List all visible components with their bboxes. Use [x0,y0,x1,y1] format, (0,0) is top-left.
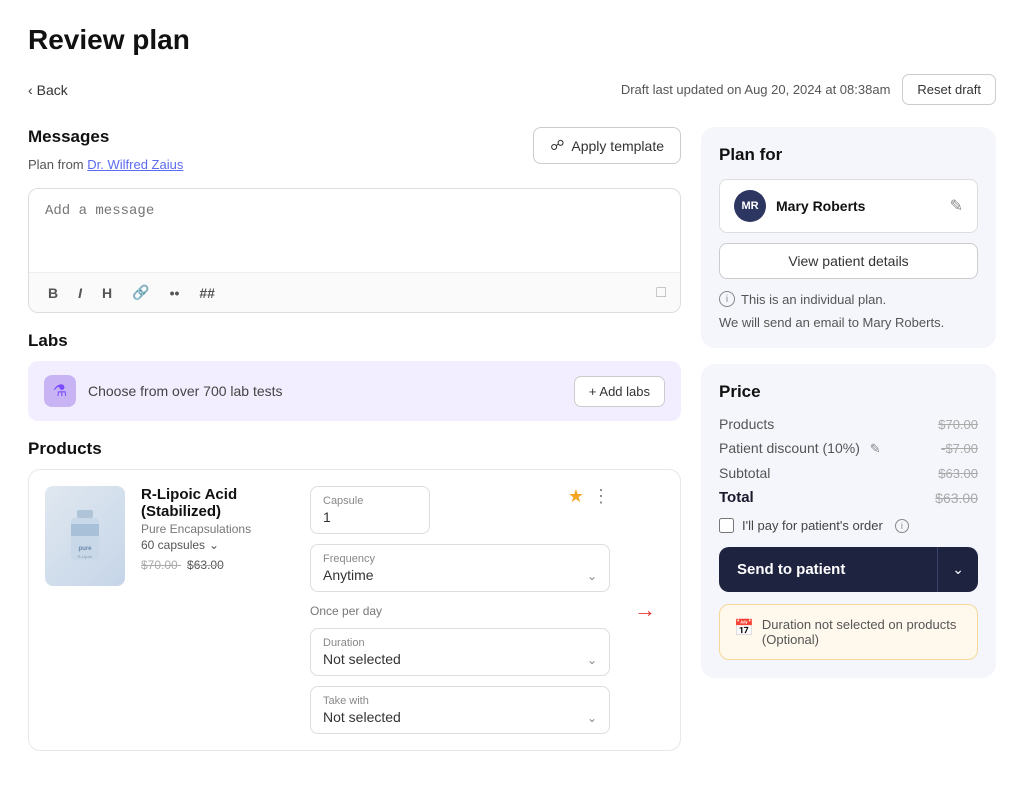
duration-dropdown-arrow: ⌄ [587,653,597,667]
left-column: Messages Plan from Dr. Wilfred Zaius ☍ A… [28,127,681,769]
product-discounted-price: $63.00 [187,558,224,572]
back-link[interactable]: ‹ Back [28,82,68,98]
products-section: Products pure R-Lipoic [28,439,681,751]
draft-timestamp: Draft last updated on Aug 20, 2024 at 08… [621,82,891,97]
more-options-icon[interactable]: ⋮ [592,486,610,507]
pay-for-patient-checkbox[interactable] [719,518,734,533]
labs-box: ⚗ Choose from over 700 lab tests + Add l… [28,361,681,421]
patient-name: Mary Roberts [776,198,950,214]
edit-patient-icon[interactable]: ✎ [950,196,963,216]
products-title: Products [28,439,681,459]
heading-button[interactable]: H [97,282,117,304]
bullet-list-button[interactable]: •• [165,282,185,304]
right-column: Plan for MR Mary Roberts ✎ View patient … [701,127,996,769]
back-label: Back [37,82,68,98]
price-total-row: Total $63.00 [719,489,978,506]
star-icon[interactable]: ★ [568,486,584,507]
labs-title: Labs [28,331,681,351]
svg-text:pure: pure [78,546,92,552]
price-row-subtotal: Subtotal $63.00 [719,465,978,481]
draft-info: Draft last updated on Aug 20, 2024 at 08… [621,74,996,105]
pay-info-icon[interactable]: i [895,519,909,533]
frequency-dropdown[interactable]: Frequency Anytime ⌄ [310,544,610,592]
main-layout: Messages Plan from Dr. Wilfred Zaius ☍ A… [28,127,996,769]
take-with-dropdown[interactable]: Take with Not selected ⌄ [310,686,610,734]
message-box: B I H 🔗 •• ## □ [28,188,681,313]
chevron-left-icon: ‹ [28,82,33,98]
plan-for-card: Plan for MR Mary Roberts ✎ View patient … [701,127,996,348]
reset-draft-button[interactable]: Reset draft [902,74,996,105]
frequency-dropdown-arrow: ⌄ [587,569,597,583]
italic-button[interactable]: I [73,282,87,304]
product-image: pure R-Lipoic [45,486,125,586]
product-name: R-Lipoic Acid (Stabilized) [141,486,286,520]
frequency-note: Once per day [310,604,610,618]
capsule-field[interactable]: Capsule 1 [310,486,430,534]
template-icon: ☍ [550,137,564,154]
message-toolbar: B I H 🔗 •• ## □ [29,272,680,312]
price-row-products: Products $70.00 [719,416,978,432]
messages-title: Messages [28,127,183,147]
duration-dropdown[interactable]: Duration Not selected ⌄ [310,628,610,676]
chat-icon: □ [656,284,666,302]
calendar-icon: 📅 [734,618,754,638]
top-bar: ‹ Back Draft last updated on Aug 20, 202… [28,74,996,105]
duration-warning: 📅 Duration not selected on products (Opt… [719,604,978,660]
numbered-list-button[interactable]: ## [194,282,220,304]
message-textarea[interactable] [29,189,680,269]
patient-avatar: MR [734,190,766,222]
page-title: Review plan [28,24,996,56]
product-controls: Capsule 1 ★ ⋮ Frequency Anytime [310,486,610,734]
labs-description: Choose from over 700 lab tests [88,383,283,399]
info-circle-icon: i [719,291,735,307]
messages-header: Messages Plan from Dr. Wilfred Zaius ☍ A… [28,127,681,182]
product-bottle-icon: pure R-Lipoic [65,506,105,566]
product-brand: Pure Encapsulations [141,522,286,536]
view-patient-button[interactable]: View patient details [719,243,978,279]
patient-row: MR Mary Roberts ✎ [719,179,978,233]
product-original-price: $70.00 [141,558,178,572]
edit-discount-icon[interactable]: ✎ [870,441,881,456]
messages-section: Messages Plan from Dr. Wilfred Zaius ☍ A… [28,127,681,313]
svg-text:R-Lipoic: R-Lipoic [78,554,93,559]
price-title: Price [719,382,978,402]
take-with-dropdown-arrow: ⌄ [587,711,597,725]
plan-from: Plan from Dr. Wilfred Zaius [28,157,183,172]
individual-plan-info: i This is an individual plan. [719,291,978,307]
send-dropdown-arrow[interactable]: ⌄ [937,547,978,592]
doctor-link[interactable]: Dr. Wilfred Zaius [87,157,183,172]
link-button[interactable]: 🔗 [127,281,154,304]
product-capsules: 60 capsules ⌄ [141,538,286,552]
add-labs-button[interactable]: + Add labs [574,376,665,407]
send-button-wrapper: Send to patient ⌄ [719,547,978,592]
price-row-discount: Patient discount (10%) ✎ -$7.00 [719,440,978,457]
red-arrow-icon: → [634,597,656,623]
arrow-indicator: → [634,486,656,734]
send-email-note: We will send an email to Mary Roberts. [719,315,978,330]
pay-for-patient-row: I'll pay for patient's order i [719,518,978,533]
bold-button[interactable]: B [43,282,63,304]
labs-section: Labs ⚗ Choose from over 700 lab tests + … [28,331,681,421]
send-to-patient-button[interactable]: Send to patient [719,547,937,592]
flask-icon: ⚗ [44,375,76,407]
plan-for-title: Plan for [719,145,978,165]
apply-template-button[interactable]: ☍ Apply template [533,127,681,164]
product-card: pure R-Lipoic R-Lipoic Acid (Stabilized)… [28,469,681,751]
price-card: Price Products $70.00 Patient discount (… [701,364,996,678]
chevron-down-icon[interactable]: ⌄ [209,538,219,552]
